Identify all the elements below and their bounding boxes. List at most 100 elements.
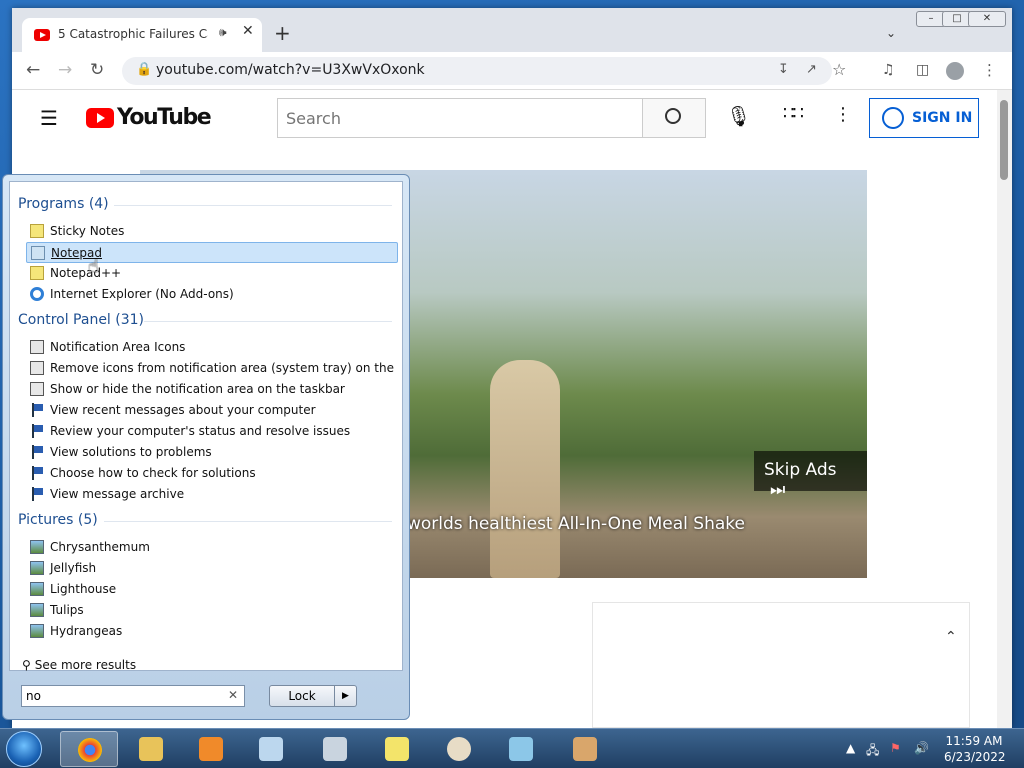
- result-label: Internet Explorer (No Add-ons): [50, 287, 234, 301]
- hand-cursor-icon: ☝: [88, 256, 99, 277]
- result-internet-explorer[interactable]: Internet Explorer (No Add-ons): [26, 284, 398, 305]
- sign-in-label: SIGN IN: [912, 110, 973, 126]
- result-notification-area-icons[interactable]: Notification Area Icons: [26, 337, 398, 358]
- notepad-icon: [259, 737, 283, 761]
- tab-search-chevron-icon[interactable]: ⌄: [886, 26, 896, 40]
- taskbar-chrome[interactable]: [60, 731, 118, 767]
- result-check-solutions[interactable]: Choose how to check for solutions: [26, 463, 398, 484]
- page-scrollbar[interactable]: [997, 90, 1012, 728]
- action-center-flag-icon: [30, 487, 44, 501]
- sign-in-button[interactable]: SIGN IN: [869, 98, 979, 138]
- description-panel: ⌃: [592, 602, 970, 728]
- browser-tab[interactable]: 5 Catastrophic Failures Caught 🕪 ✕: [22, 18, 262, 52]
- back-arrow-icon[interactable]: ←: [26, 60, 40, 80]
- scrollbar-thumb[interactable]: [1000, 100, 1008, 180]
- hamburger-menu-icon[interactable]: ☰: [40, 106, 58, 130]
- result-view-solutions[interactable]: View solutions to problems: [26, 442, 398, 463]
- lock-icon[interactable]: 🔒: [136, 62, 152, 77]
- result-label: Show or hide the notification area on th…: [50, 382, 345, 396]
- action-center-flag-icon: [30, 424, 44, 438]
- chrome-menu-icon[interactable]: ⋮: [982, 61, 997, 79]
- skip-ads-button[interactable]: Skip Ads ⏭: [754, 451, 867, 500]
- microphone-icon[interactable]: 🎙: [726, 104, 751, 128]
- browser-toolbar: ← → ↻ 🔒 youtube.com/watch?v=U3XwVxOxonk …: [12, 52, 1012, 90]
- result-label: Chrysanthemum: [50, 540, 150, 554]
- control-panel-icon: [30, 361, 44, 375]
- address-bar[interactable]: 🔒 youtube.com/watch?v=U3XwVxOxonk ↧ ↗ ☆: [122, 57, 846, 85]
- start-search-input[interactable]: no ✕: [21, 685, 245, 707]
- collapse-chevron-icon[interactable]: ⌃: [945, 629, 957, 645]
- picture-icon: [30, 603, 44, 617]
- forward-arrow-icon[interactable]: →: [58, 60, 72, 80]
- result-sticky-notes[interactable]: Sticky Notes: [26, 221, 398, 242]
- result-show-hide-notification[interactable]: Show or hide the notification area on th…: [26, 379, 398, 400]
- reload-icon[interactable]: ↻: [90, 60, 104, 80]
- youtube-header: ☰ YouTube 🎙 ∷∷ ⋮ SIGN IN: [12, 90, 997, 148]
- result-review-status[interactable]: Review your computer's status and resolv…: [26, 421, 398, 442]
- video-person-figure: [490, 360, 560, 578]
- tab-strip: 5 Catastrophic Failures Caught 🕪 ✕ + ⌄ –…: [12, 8, 1012, 52]
- result-notepadpp[interactable]: Notepad++: [26, 263, 398, 284]
- divider: [114, 205, 392, 206]
- share-icon[interactable]: ↗: [806, 62, 817, 77]
- youtube-search-button[interactable]: [642, 98, 706, 138]
- taskbar-media-player[interactable]: [182, 731, 240, 767]
- result-label: Remove icons from notification area (sys…: [50, 361, 398, 375]
- tab-close-icon[interactable]: ✕: [242, 23, 254, 39]
- network-icon[interactable]: 🖧: [866, 741, 879, 762]
- result-notepad[interactable]: Notepad: [26, 242, 398, 263]
- settings-more-icon[interactable]: ⋮: [834, 104, 852, 125]
- result-tulips[interactable]: Tulips: [26, 600, 398, 621]
- apps-grid-icon[interactable]: ∷∷: [783, 103, 804, 124]
- taskbar-brush-app[interactable]: [556, 731, 614, 767]
- see-more-label: See more results: [34, 658, 137, 672]
- start-button[interactable]: [6, 731, 42, 767]
- taskbar-paint[interactable]: [430, 731, 488, 767]
- result-message-archive[interactable]: View message archive: [26, 484, 398, 505]
- result-view-recent-messages[interactable]: View recent messages about your computer: [26, 400, 398, 421]
- side-panel-icon[interactable]: ◫: [916, 62, 929, 78]
- sticky-notes-icon: [30, 224, 44, 238]
- volume-icon[interactable]: 🔊: [914, 741, 929, 755]
- install-app-icon[interactable]: ↧: [778, 62, 789, 77]
- result-jellyfish[interactable]: Jellyfish: [26, 558, 398, 579]
- power-options-arrow-icon[interactable]: ▶: [335, 685, 357, 707]
- url-text: youtube.com/watch?v=U3XwVxOxonk: [156, 62, 425, 78]
- section-control-panel: Control Panel (31): [18, 312, 145, 328]
- bookmark-star-icon[interactable]: ☆: [832, 60, 846, 79]
- clock-time[interactable]: 11:59 AM: [944, 734, 1004, 748]
- result-lighthouse[interactable]: Lighthouse: [26, 579, 398, 600]
- result-chrysanthemum[interactable]: Chrysanthemum: [26, 537, 398, 558]
- new-tab-button[interactable]: +: [274, 23, 291, 43]
- result-remove-icons[interactable]: Remove icons from notification area (sys…: [26, 358, 398, 379]
- taskbar-calculator[interactable]: [306, 731, 364, 767]
- result-label: Notification Area Icons: [50, 340, 186, 354]
- taskbar-notepad-alt[interactable]: [492, 731, 550, 767]
- close-window-button[interactable]: ✕: [968, 11, 1006, 27]
- result-hydrangeas[interactable]: Hydrangeas: [26, 621, 398, 642]
- audio-playing-icon[interactable]: 🕪: [219, 25, 227, 40]
- youtube-logo-text[interactable]: YouTube: [117, 105, 212, 130]
- show-hidden-icons-icon[interactable]: ▲: [846, 741, 855, 755]
- lock-button[interactable]: Lock: [269, 685, 335, 707]
- notepad-pad-icon: [509, 737, 533, 761]
- picture-icon: [30, 582, 44, 596]
- taskbar-sticky-notes[interactable]: [368, 731, 426, 767]
- result-label: View solutions to problems: [50, 445, 212, 459]
- result-label: Tulips: [50, 603, 84, 617]
- clock-date[interactable]: 6/23/2022: [944, 750, 1006, 764]
- taskbar-explorer[interactable]: [122, 731, 180, 767]
- youtube-logo-icon[interactable]: [86, 108, 114, 128]
- result-label: Review your computer's status and resolv…: [50, 424, 351, 438]
- profile-avatar-icon[interactable]: [946, 62, 964, 80]
- chrome-icon: [78, 738, 102, 762]
- see-more-results-link[interactable]: ⚲ See more results: [22, 658, 136, 672]
- result-label: Choose how to check for solutions: [50, 466, 256, 480]
- magnifier-icon: ⚲: [22, 658, 31, 672]
- youtube-search-input[interactable]: [277, 98, 642, 138]
- ie-icon: [30, 287, 44, 301]
- taskbar-notepad[interactable]: [242, 731, 300, 767]
- action-center-icon[interactable]: ⚑: [890, 741, 901, 755]
- media-control-icon[interactable]: ♫: [882, 62, 895, 78]
- clear-search-icon[interactable]: ✕: [228, 688, 238, 702]
